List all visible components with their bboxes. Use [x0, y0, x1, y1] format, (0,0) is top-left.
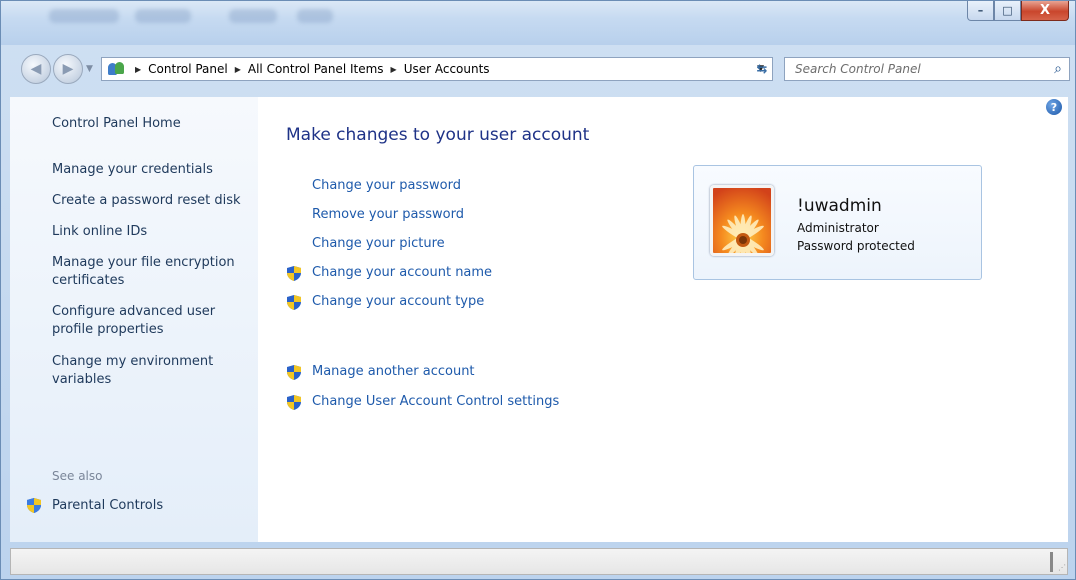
resize-grip-icon[interactable]: ⋰ [1058, 563, 1066, 572]
sidebar-item-password-reset-disk[interactable]: Create a password reset disk [52, 192, 248, 210]
breadcrumb-all-items[interactable]: All Control Panel Items [248, 62, 384, 76]
back-button[interactable]: ◀ [21, 54, 51, 84]
refresh-button[interactable]: ⇆ [751, 59, 773, 79]
close-button[interactable]: X [1021, 1, 1069, 21]
sidebar-item-advanced-profile[interactable]: Configure advanced user profile properti… [52, 303, 248, 339]
shield-icon [287, 266, 301, 281]
status-bar: ⋰ [10, 548, 1068, 575]
sidebar-item-file-encryption[interactable]: Manage your file encryption certificates [52, 254, 248, 290]
uac-settings-link[interactable]: Change User Account Control settings [312, 394, 559, 409]
shield-icon [287, 365, 301, 380]
forward-button[interactable]: ▶ [53, 54, 83, 84]
control-panel-window: – □ X ◀ ▶ ▼ ▶ Control Panel ▶ All Contro… [0, 0, 1076, 580]
refresh-icon: ⇆ [756, 61, 768, 77]
left-navigation-pane: Control Panel Home Manage your credentia… [10, 97, 258, 542]
user-password-status: Password protected [797, 239, 915, 253]
user-name: !uwadmin [797, 196, 882, 216]
sidebar-item-environment-variables[interactable]: Change my environment variables [52, 353, 248, 389]
title-bar: – □ X [1, 1, 1075, 45]
change-account-type-link[interactable]: Change your account type [312, 294, 484, 309]
remove-password-link[interactable]: Remove your password [312, 207, 464, 222]
shield-icon [287, 395, 301, 410]
blurred-menu-item [135, 9, 191, 23]
flower-picture-icon [713, 188, 771, 253]
navigation-bar: ◀ ▶ ▼ ▶ Control Panel ▶ All Control Pane… [1, 45, 1075, 91]
blurred-menu-item [49, 9, 119, 23]
sidebar-item-manage-credentials[interactable]: Manage your credentials [52, 161, 248, 179]
breadcrumb-arrow-icon[interactable]: ▶ [235, 65, 241, 74]
parental-controls-link[interactable]: Parental Controls [52, 497, 248, 515]
manage-another-account-link[interactable]: Manage another account [312, 364, 475, 379]
search-box[interactable]: ⌕ [784, 57, 1070, 81]
user-picture [710, 185, 774, 256]
sidebar-item-link-online-ids[interactable]: Link online IDs [52, 223, 248, 241]
caption-buttons: – □ X [967, 1, 1069, 21]
user-accounts-icon [106, 60, 128, 78]
help-icon[interactable]: ? [1046, 99, 1062, 115]
see-also-heading: See also [52, 469, 103, 483]
shield-icon [27, 498, 41, 513]
minimize-button[interactable]: – [967, 1, 994, 21]
breadcrumb-control-panel[interactable]: Control Panel [148, 62, 228, 76]
shield-icon [287, 295, 301, 310]
address-bar[interactable]: ▶ Control Panel ▶ All Control Panel Item… [101, 57, 773, 81]
back-arrow-icon: ◀ [30, 61, 42, 77]
maximize-button[interactable]: □ [994, 1, 1021, 21]
control-panel-home-link[interactable]: Control Panel Home [52, 115, 248, 133]
search-icon[interactable]: ⌕ [1047, 59, 1069, 79]
user-account-card: !uwadmin Administrator Password protecte… [693, 165, 982, 280]
change-account-name-link[interactable]: Change your account name [312, 265, 492, 280]
change-password-link[interactable]: Change your password [312, 178, 461, 193]
main-content: ? Make changes to your user account Chan… [258, 97, 1068, 542]
page-title: Make changes to your user account [286, 125, 590, 145]
forward-arrow-icon: ▶ [62, 61, 74, 77]
blurred-menu-item [229, 9, 277, 23]
change-picture-link[interactable]: Change your picture [312, 236, 445, 251]
breadcrumb-arrow-icon[interactable]: ▶ [135, 65, 141, 74]
status-separator [1050, 552, 1053, 572]
breadcrumb-arrow-icon[interactable]: ▶ [391, 65, 397, 74]
breadcrumb-user-accounts[interactable]: User Accounts [404, 62, 490, 76]
search-input[interactable] [785, 59, 1047, 79]
recent-pages-dropdown-icon[interactable]: ▼ [86, 64, 93, 74]
user-role: Administrator [797, 221, 879, 235]
blurred-menu-item [297, 9, 333, 23]
